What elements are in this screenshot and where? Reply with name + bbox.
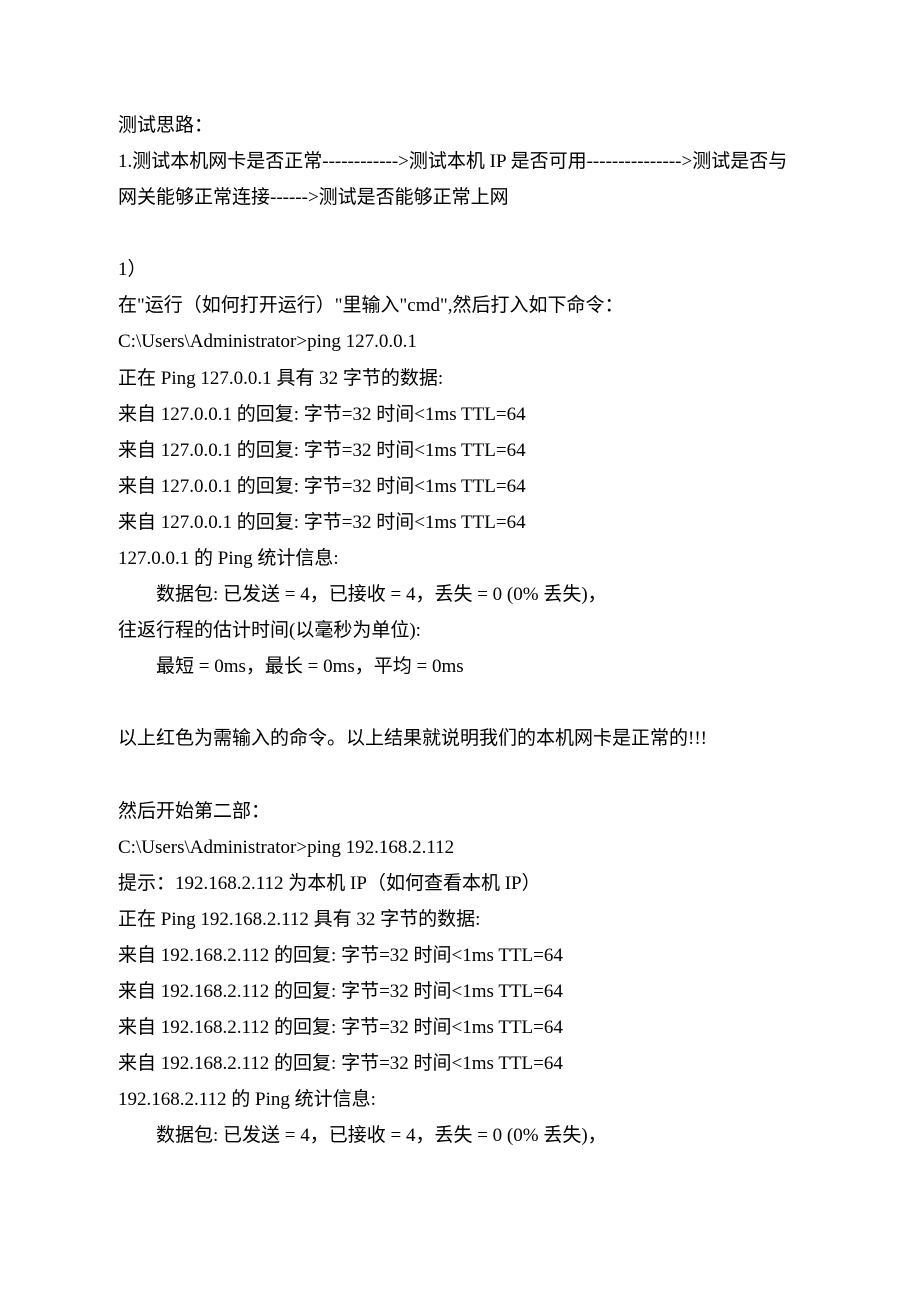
ping-header-localhost: 正在 Ping 127.0.0.1 具有 32 字节的数据: (118, 361, 802, 397)
ping-reply-2: 来自 127.0.0.1 的回复: 字节=32 时间<1ms TTL=64 (118, 433, 802, 469)
ping-reply-localip-2: 来自 192.168.2.112 的回复: 字节=32 时间<1ms TTL=6… (118, 974, 802, 1010)
ping-stats-header: 127.0.0.1 的 Ping 统计信息: (118, 541, 802, 577)
explanation-red: 以上红色为需输入的命令。以上结果就说明我们的本机网卡是正常的!!! (118, 721, 802, 757)
ping-packets-localip: 数据包: 已发送 = 4，已接收 = 4，丢失 = 0 (0% 丢失)， (118, 1118, 802, 1154)
ping-packets: 数据包: 已发送 = 4，已接收 = 4，丢失 = 0 (0% 丢失)， (118, 577, 802, 613)
heading-test-思路: 测试思路： (118, 108, 802, 144)
step-1-label: 1） (118, 252, 802, 288)
ping-rtt-header: 往返行程的估计时间(以毫秒为单位): (118, 613, 802, 649)
blank-line (118, 758, 802, 794)
hint-localip: 提示：192.168.2.112 为本机 IP（如何查看本机 IP） (118, 866, 802, 902)
instruction-run-cmd: 在"运行（如何打开运行）"里输入"cmd",然后打入如下命令： (118, 288, 802, 324)
ping-reply-localip-4: 来自 192.168.2.112 的回复: 字节=32 时间<1ms TTL=6… (118, 1046, 802, 1082)
ping-reply-localip-3: 来自 192.168.2.112 的回复: 字节=32 时间<1ms TTL=6… (118, 1010, 802, 1046)
ping-rtt-values: 最短 = 0ms，最长 = 0ms，平均 = 0ms (118, 649, 802, 685)
ping-reply-1: 来自 127.0.0.1 的回复: 字节=32 时间<1ms TTL=64 (118, 397, 802, 433)
step-2-label: 然后开始第二部： (118, 794, 802, 830)
blank-line (118, 216, 802, 252)
ping-stats-header-localip: 192.168.2.112 的 Ping 统计信息: (118, 1082, 802, 1118)
cmd-ping-localhost: C:\Users\Administrator>ping 127.0.0.1 (118, 324, 802, 360)
cmd-ping-localip: C:\Users\Administrator>ping 192.168.2.11… (118, 830, 802, 866)
ping-reply-localip-1: 来自 192.168.2.112 的回复: 字节=32 时间<1ms TTL=6… (118, 938, 802, 974)
blank-line (118, 685, 802, 721)
ping-reply-4: 来自 127.0.0.1 的回复: 字节=32 时间<1ms TTL=64 (118, 505, 802, 541)
ping-reply-3: 来自 127.0.0.1 的回复: 字节=32 时间<1ms TTL=64 (118, 469, 802, 505)
test-flow: 1.测试本机网卡是否正常------------>测试本机 IP 是否可用---… (118, 144, 802, 216)
ping-header-localip: 正在 Ping 192.168.2.112 具有 32 字节的数据: (118, 902, 802, 938)
document-page: 测试思路： 1.测试本机网卡是否正常------------>测试本机 IP 是… (0, 0, 920, 1214)
